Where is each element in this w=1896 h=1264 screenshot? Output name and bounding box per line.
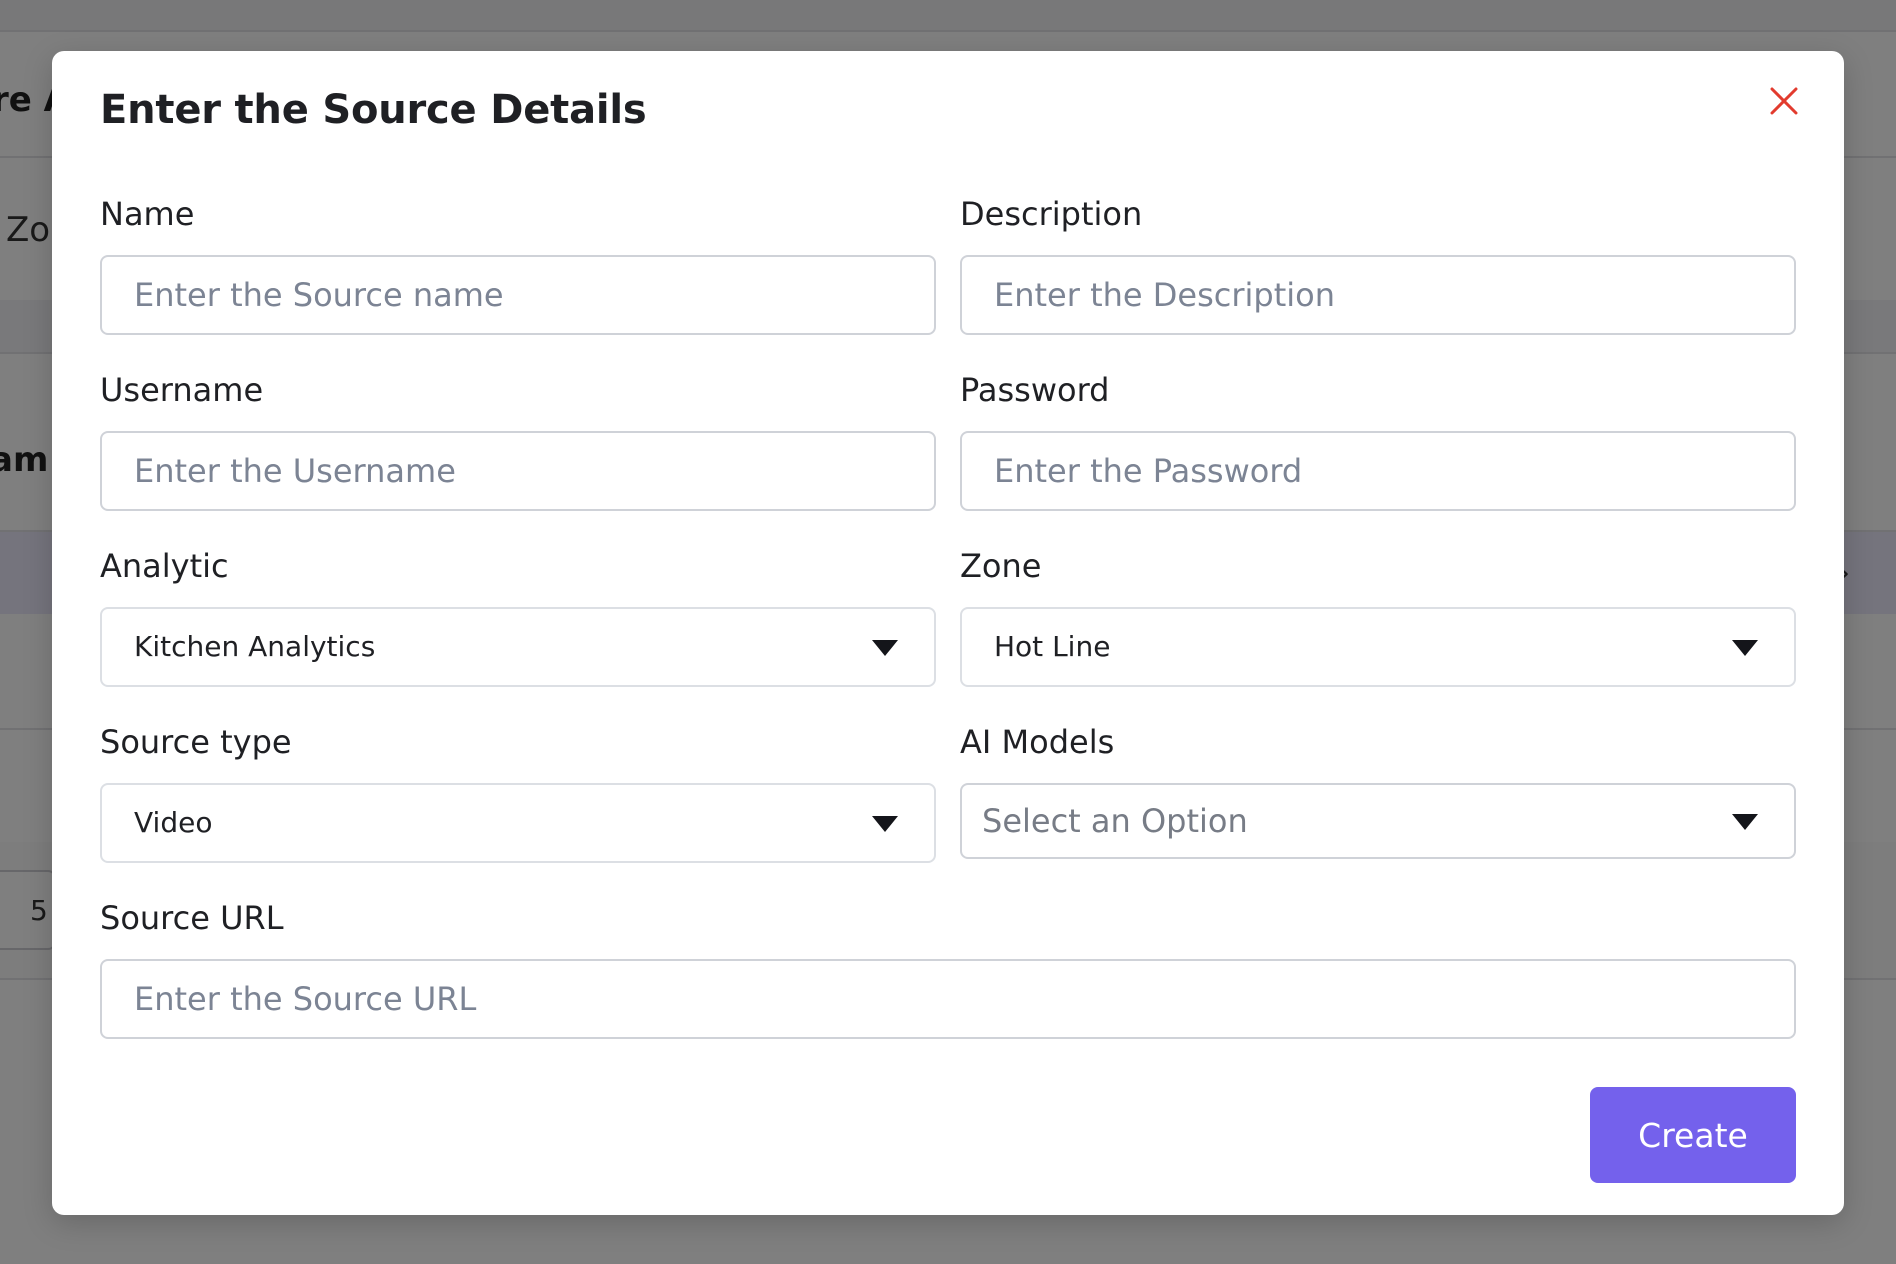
source-url-input[interactable]: [100, 959, 1796, 1039]
create-button[interactable]: Create: [1590, 1087, 1796, 1183]
source-type-select[interactable]: Video: [100, 783, 936, 863]
source-details-modal: Enter the Source Details Name Descriptio…: [52, 51, 1844, 1215]
caret-down-icon: [872, 640, 898, 656]
name-input[interactable]: [100, 255, 936, 335]
close-button[interactable]: [1764, 81, 1804, 121]
source-url-label: Source URL: [100, 899, 284, 937]
caret-down-icon: [872, 816, 898, 832]
caret-down-icon: [1732, 640, 1758, 656]
source-type-selected-value: Video: [134, 806, 213, 839]
username-label: Username: [100, 371, 264, 409]
ai-models-label: AI Models: [960, 723, 1115, 761]
description-label: Description: [960, 195, 1143, 233]
close-icon: [1770, 87, 1798, 115]
password-input[interactable]: [960, 431, 1796, 511]
ai-models-placeholder: Select an Option: [982, 802, 1248, 840]
analytic-select[interactable]: Kitchen Analytics: [100, 607, 936, 687]
ai-models-select[interactable]: Select an Option: [960, 783, 1796, 859]
zone-label: Zone: [960, 547, 1042, 585]
zone-select[interactable]: Hot Line: [960, 607, 1796, 687]
modal-title: Enter the Source Details: [100, 87, 647, 133]
password-label: Password: [960, 371, 1110, 409]
analytic-label: Analytic: [100, 547, 229, 585]
description-input[interactable]: [960, 255, 1796, 335]
source-type-label: Source type: [100, 723, 292, 761]
username-input[interactable]: [100, 431, 936, 511]
name-label: Name: [100, 195, 195, 233]
zone-selected-value: Hot Line: [994, 630, 1111, 663]
analytic-selected-value: Kitchen Analytics: [134, 630, 376, 663]
caret-down-icon: [1732, 814, 1758, 830]
